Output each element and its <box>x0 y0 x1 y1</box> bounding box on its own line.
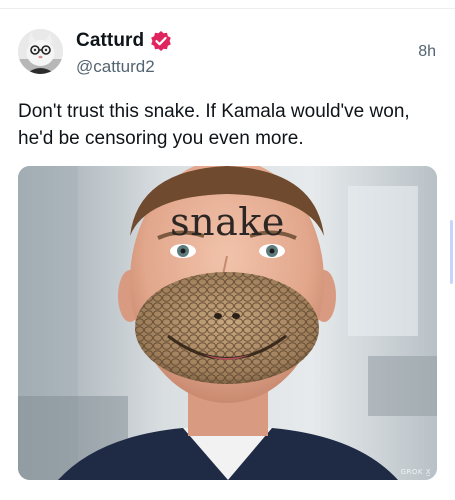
verified-badge-icon <box>150 30 172 52</box>
forehead-text: snake <box>170 200 285 244</box>
avatar[interactable] <box>18 29 63 74</box>
author-name[interactable]: Catturd <box>76 30 172 52</box>
post-timestamp[interactable]: 8h <box>418 43 436 61</box>
top-divider <box>0 8 455 9</box>
post-text: Don't trust this snake. If Kamala would'… <box>18 101 410 149</box>
scrollbar[interactable] <box>450 220 453 284</box>
author-handle[interactable]: @catturd2 <box>76 57 155 77</box>
grok-watermark: GROK X̲ <box>400 468 431 476</box>
author-name-text: Catturd <box>76 30 145 51</box>
post-image[interactable]: snake GROK X̲ <box>18 166 437 480</box>
